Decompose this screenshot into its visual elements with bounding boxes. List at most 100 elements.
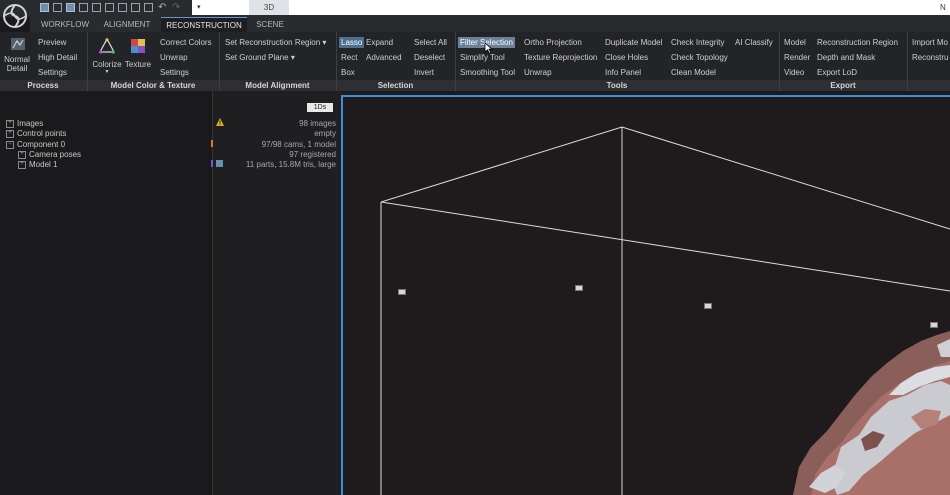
group-label-model-color: Model Color & Texture [110, 81, 196, 90]
dropdown-arrow-icon[interactable]: ▾ [197, 3, 201, 11]
tab-alignment[interactable]: ALIGNMENT [96, 17, 158, 32]
undo-icon[interactable]: ↶ [158, 2, 166, 13]
info-panel-button[interactable]: Info Panel [605, 67, 641, 78]
invert-button[interactable]: Invert [414, 67, 434, 78]
expand-button[interactable]: Expand [366, 37, 393, 48]
camera-marker[interactable] [575, 285, 583, 291]
layout-5-icon[interactable] [92, 3, 101, 12]
tab-workflow[interactable]: WORKFLOW [36, 17, 94, 32]
tree-item-camera-poses[interactable]: + Camera poses [18, 150, 81, 159]
layout-9-icon[interactable] [144, 3, 153, 12]
camera-marker[interactable] [704, 303, 712, 309]
tree-item-model-1[interactable]: + Model 1 [18, 160, 57, 169]
info-1ds-button[interactable]: 1Ds [307, 103, 333, 112]
export-render-button[interactable]: Render [784, 52, 810, 63]
tab-reconstruction[interactable]: RECONSTRUCTION [161, 17, 247, 33]
preview-button[interactable]: Preview [38, 37, 66, 48]
ortho-projection-button[interactable]: Ortho Projection [524, 37, 582, 48]
info-component-cams: 97/98 cams, 1 model [261, 140, 336, 149]
expand-icon[interactable]: + [18, 160, 26, 169]
chevron-down-icon: ▾ [322, 38, 327, 47]
layout-1-icon[interactable] [40, 3, 49, 12]
advanced-button[interactable]: Advanced [366, 52, 402, 63]
group-label-selection: Selection [377, 81, 414, 90]
export-depth-mask-button[interactable]: Depth and Mask [817, 52, 875, 63]
group-label-export: Export [830, 81, 856, 90]
set-reconstruction-region-button[interactable]: Set Reconstruction Region ▾ [225, 37, 326, 48]
expand-icon[interactable]: + [18, 150, 26, 159]
tree-item-label: Camera poses [29, 150, 82, 159]
deselect-button[interactable]: Deselect [414, 52, 445, 63]
view-tab-3d[interactable]: 3D [249, 0, 289, 15]
simplify-tool-button[interactable]: Simplify Tool [460, 52, 505, 63]
tree-item-label: Model 1 [29, 160, 58, 169]
layout-7-icon[interactable] [118, 3, 127, 12]
info-images-count: 98 images [299, 119, 336, 128]
layout-8-icon[interactable] [131, 3, 140, 12]
group-label-process: Process [27, 81, 59, 90]
info-control-points: empty [314, 129, 336, 138]
texture-reprojection-button[interactable]: Texture Reprojection [524, 52, 597, 63]
redo-icon[interactable]: ↷ [172, 2, 180, 13]
texture-button[interactable]: Texture [124, 38, 152, 70]
select-all-button[interactable]: Select All [414, 37, 447, 48]
texture-label: Texture [124, 60, 152, 69]
export-model-button[interactable]: Model [784, 37, 806, 48]
app-logo-icon[interactable] [2, 2, 28, 30]
expand-icon[interactable]: + [6, 129, 14, 138]
duplicate-model-button[interactable]: Duplicate Model [605, 37, 662, 48]
texture-icon [131, 39, 145, 53]
collapse-icon[interactable]: − [6, 140, 14, 149]
tree-item-component-0[interactable]: − Component 0 [6, 140, 65, 149]
ai-classify-button[interactable]: AI Classify [735, 37, 773, 48]
lasso-button[interactable]: Lasso [339, 37, 365, 48]
layout-3-icon[interactable] [66, 3, 75, 12]
set-reconstruction-region-label: Set Reconstruction Region [225, 38, 321, 47]
process-settings-button[interactable]: Settings [38, 67, 67, 78]
tab-scene[interactable]: SCENE [250, 17, 290, 32]
info-model-stats: 11 parts, 15.8M tris, large [245, 160, 336, 169]
group-separator [907, 32, 908, 91]
unwrap-button[interactable]: Unwrap [160, 52, 188, 63]
export-reconstruction-region-button[interactable]: Reconstruction Region [817, 37, 898, 48]
layout-6-icon[interactable] [105, 3, 114, 12]
tree-item-control-points[interactable]: + Control points [6, 129, 66, 138]
camera-marker[interactable] [930, 322, 938, 328]
tree-item-label: Component 0 [17, 140, 66, 149]
expand-icon[interactable]: + [6, 119, 14, 128]
layout-2-icon[interactable] [53, 3, 62, 12]
info-registered: 97 registered [289, 150, 336, 159]
tree-item-images[interactable]: + Images [6, 119, 43, 128]
group-label-model-alignment: Model Alignment [245, 81, 310, 90]
tools-unwrap-button[interactable]: Unwrap [524, 67, 552, 78]
set-ground-plane-label: Set Ground Plane [225, 53, 289, 62]
tree-item-label: Control points [17, 129, 67, 138]
high-detail-button[interactable]: High Detail [38, 52, 77, 63]
export-video-button[interactable]: Video [784, 67, 804, 78]
correct-colors-button[interactable]: Correct Colors [160, 37, 212, 48]
3d-viewport[interactable] [341, 95, 950, 495]
box-button[interactable]: Box [341, 67, 355, 78]
status-marker-orange [211, 140, 213, 147]
clean-model-button[interactable]: Clean Model [671, 67, 716, 78]
rect-button[interactable]: Rect [341, 52, 357, 63]
check-topology-button[interactable]: Check Topology [671, 52, 728, 63]
normal-detail-button[interactable]: Normal Detail [2, 36, 32, 78]
corner-text: N [940, 3, 946, 12]
close-holes-button[interactable]: Close Holes [605, 52, 648, 63]
import-reconstruction-button[interactable]: Reconstru [912, 52, 950, 63]
set-ground-plane-button[interactable]: Set Ground Plane ▾ [225, 52, 295, 63]
export-lod-button[interactable]: Export LoD [817, 67, 857, 78]
status-marker-purple [211, 160, 213, 167]
colorize-icon [98, 37, 116, 54]
check-integrity-button[interactable]: Check Integrity [671, 37, 724, 48]
group-label-tools: Tools [606, 81, 628, 90]
camera-marker[interactable] [398, 289, 406, 295]
tree-item-label: Images [17, 119, 44, 128]
layout-4-icon[interactable] [79, 3, 88, 12]
texture-settings-button[interactable]: Settings [160, 67, 189, 78]
smoothing-tool-button[interactable]: Smoothing Tool [460, 67, 515, 78]
colorize-button[interactable]: Colorize ▾ [92, 37, 122, 78]
import-model-button[interactable]: Import Mo [912, 37, 950, 48]
quick-access-field[interactable] [192, 0, 950, 15]
